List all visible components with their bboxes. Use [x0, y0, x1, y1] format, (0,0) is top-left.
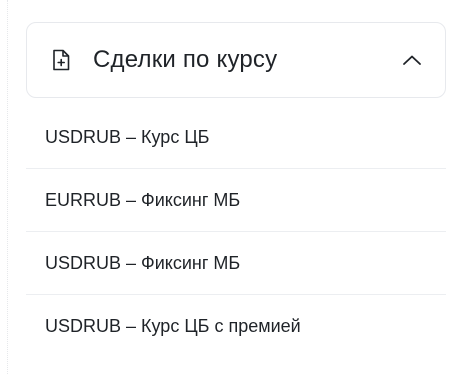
list-item-usdrub-cbr[interactable]: USDRUB – Курс ЦБ [26, 106, 446, 169]
accordion-title: Сделки по курсу [93, 46, 278, 73]
deals-by-rate-accordion: Сделки по курсу USDRUB – Курс ЦБ EURRUB … [26, 22, 446, 358]
list-item-usdrub-fixing[interactable]: USDRUB – Фиксинг МБ [26, 232, 446, 295]
list-item-usdrub-cbr-premium[interactable]: USDRUB – Курс ЦБ с премией [26, 295, 446, 358]
list-item-label: EURRUB – Фиксинг МБ [45, 189, 241, 210]
left-edge-guide [7, 0, 8, 374]
list-item-label: USDRUB – Курс ЦБ [45, 126, 210, 147]
list-item-eurrub-fixing[interactable]: EURRUB – Фиксинг МБ [26, 169, 446, 232]
chevron-up-icon[interactable] [401, 49, 423, 71]
document-plus-icon [51, 48, 71, 72]
list-item-label: USDRUB – Курс ЦБ с премией [45, 316, 301, 336]
accordion-header[interactable]: Сделки по курсу [26, 22, 446, 98]
list-item-label: USDRUB – Фиксинг МБ [45, 252, 241, 273]
deal-type-list: USDRUB – Курс ЦБ EURRUB – Фиксинг МБ USD… [26, 106, 446, 358]
